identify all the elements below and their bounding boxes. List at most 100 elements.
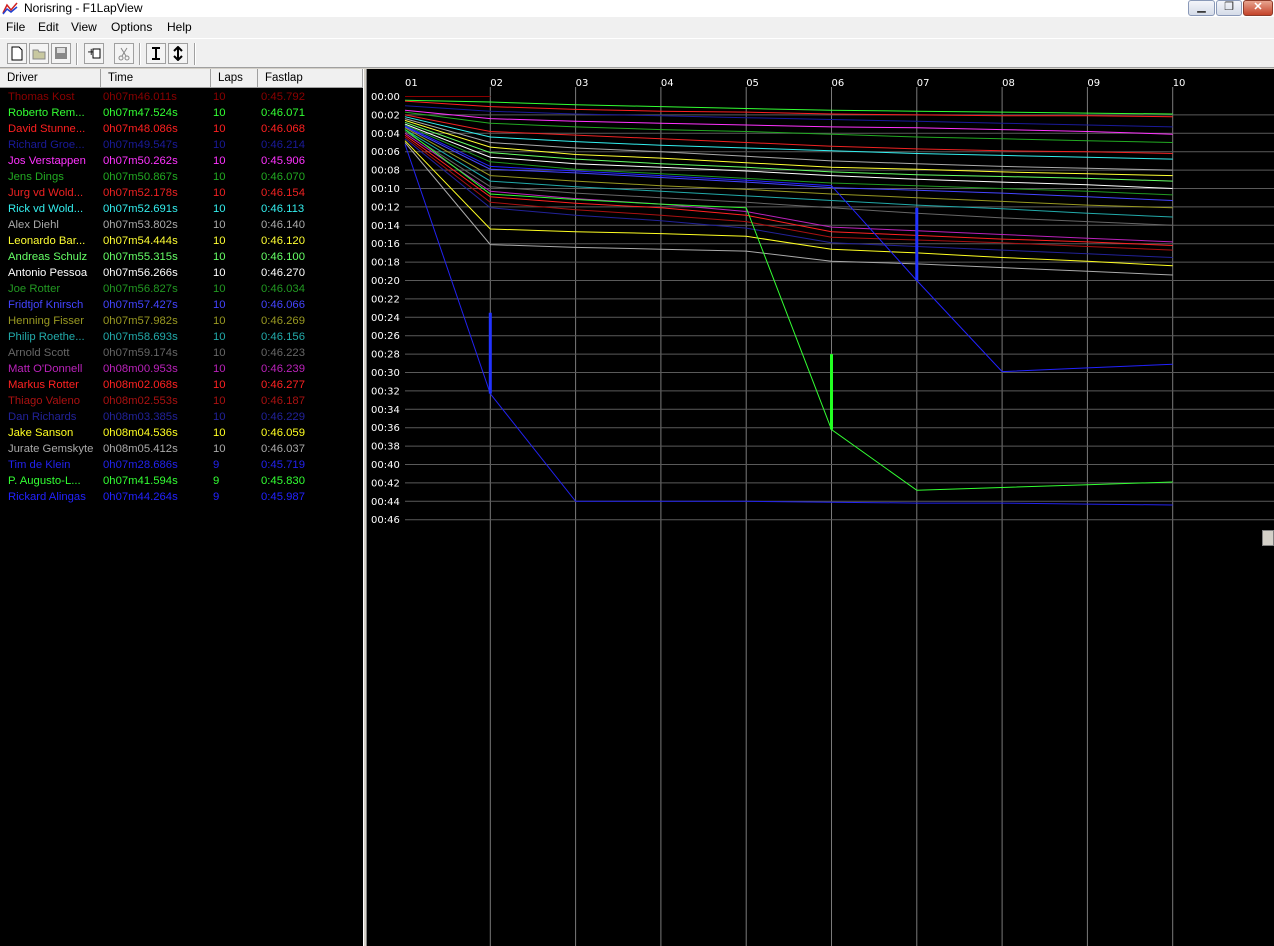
table-row[interactable]: Andreas Schulz 0h07m55.315s 10 0:46.100 (0, 249, 363, 265)
menu-file[interactable]: File (6, 20, 25, 34)
lap-chart-svg: 01 02 03 04 05 06 07 08 09 10 00:00 00:02 00:04 00:06… (371, 78, 1274, 946)
cut-button[interactable] (114, 43, 134, 64)
driver-name-cell: Thomas Kost (8, 91, 75, 103)
column-header-laps[interactable]: Laps (211, 69, 258, 88)
time-cell: 0h07m28.686s (103, 459, 178, 471)
driver-name-cell: Jurg vd Wold... (8, 187, 84, 199)
y-tick-label: 00:16 (371, 239, 400, 250)
table-row[interactable]: Antonio Pessoa 0h07m56.266s 10 0:46.270 (0, 265, 363, 281)
column-header-fastlap[interactable]: Fastlap (258, 69, 363, 88)
laps-cell: 10 (213, 347, 226, 359)
minimize-button[interactable]: ▁ (1188, 0, 1215, 16)
y-tick-label: 00:44 (371, 497, 400, 508)
vertical-resize-button[interactable] (168, 43, 188, 64)
table-row[interactable]: Joe Rotter 0h07m56.827s 10 0:46.034 (0, 281, 363, 297)
fastlap-cell: 0:46.187 (261, 395, 305, 407)
open-button[interactable] (29, 43, 49, 64)
toolbar: + (0, 38, 1274, 68)
app-logo-icon (2, 2, 18, 15)
menu-edit[interactable]: Edit (38, 20, 59, 34)
time-cell: 0h07m56.827s (103, 283, 178, 295)
fastlap-cell: 0:45.719 (261, 459, 305, 471)
y-tick-label: 00:32 (371, 386, 400, 397)
laps-cell: 10 (213, 251, 226, 263)
table-row[interactable]: Jake Sanson 0h08m04.536s 10 0:46.059 (0, 425, 363, 441)
text-cursor-button[interactable] (146, 43, 166, 64)
table-row[interactable]: Arnold Scott 0h07m59.174s 10 0:46.223 (0, 345, 363, 361)
driver-name-cell: Richard Groe... (8, 139, 85, 151)
table-row[interactable]: Alex Diehl 0h07m53.802s 10 0:46.140 (0, 217, 363, 233)
menu-view[interactable]: View (71, 20, 97, 34)
menu-help[interactable]: Help (167, 20, 192, 34)
toolbar-separator (76, 43, 78, 65)
x-tick-label: 09 (1087, 78, 1100, 89)
laps-cell: 10 (213, 155, 226, 167)
laps-cell: 10 (213, 203, 226, 215)
series-line (404, 114, 1173, 154)
table-row[interactable]: Thomas Kost 0h07m46.011s 10 0:45.792 (0, 89, 363, 105)
open-folder-icon (32, 49, 46, 60)
driver-name-cell: Fridtjof Knirsch (8, 299, 84, 311)
laps-cell: 10 (213, 363, 226, 375)
table-row[interactable]: Jens Dings 0h07m50.867s 10 0:46.070 (0, 169, 363, 185)
table-row[interactable]: Fridtjof Knirsch 0h07m57.427s 10 0:46.066 (0, 297, 363, 313)
table-row[interactable]: Henning Fisser 0h07m57.982s 10 0:46.269 (0, 313, 363, 329)
fastlap-cell: 0:46.269 (261, 315, 305, 327)
x-tick-label: 03 (576, 78, 589, 89)
driver-name-cell: Jens Dings (8, 171, 64, 183)
time-cell: 0h07m49.547s (103, 139, 178, 151)
table-row[interactable]: Richard Groe... 0h07m49.547s 10 0:46.214 (0, 137, 363, 153)
table-row[interactable]: Rickard Alingas 0h07m44.264s 9 0:45.987 (0, 489, 363, 505)
new-file-icon (11, 46, 23, 61)
table-row[interactable]: Philip Roethe... 0h07m58.693s 10 0:46.156 (0, 329, 363, 345)
menu-options[interactable]: Options (111, 20, 152, 34)
y-tick-label: 00:18 (371, 258, 400, 269)
x-tick-label: 02 (490, 78, 503, 89)
laps-cell: 10 (213, 139, 226, 151)
close-button[interactable]: ✕ (1243, 0, 1273, 16)
driver-name-cell: Antonio Pessoa (8, 267, 88, 279)
table-row[interactable]: Rick vd Wold... 0h07m52.691s 10 0:46.113 (0, 201, 363, 217)
x-tick-label: 10 (1173, 78, 1186, 89)
vertical-scrollbar-thumb[interactable] (1262, 530, 1274, 546)
import-button[interactable]: + (84, 43, 104, 64)
fastlap-cell: 0:46.156 (261, 331, 305, 343)
table-row[interactable]: Jurate Gemskyte 0h08m05.412s 10 0:46.037 (0, 441, 363, 457)
table-row[interactable]: Markus Rotter 0h08m02.068s 10 0:46.277 (0, 377, 363, 393)
driver-list: Driver Time Laps Fastlap Thomas Kost 0h07… (0, 69, 363, 946)
title-bar: Norisring - F1LapView ▁ ❐ ✕ (0, 0, 1274, 17)
table-row[interactable]: Dan Richards 0h08m03.385s 10 0:46.229 (0, 409, 363, 425)
fastlap-cell: 0:46.223 (261, 347, 305, 359)
time-cell: 0h07m47.524s (103, 107, 178, 119)
table-row[interactable]: Jurg vd Wold... 0h07m52.178s 10 0:46.154 (0, 185, 363, 201)
close-icon: ✕ (1253, 1, 1263, 13)
table-row[interactable]: Leonardo Bar... 0h07m54.444s 10 0:46.120 (0, 233, 363, 249)
driver-name-cell: Rick vd Wold... (8, 203, 84, 215)
driver-name-cell: Jurate Gemskyte (8, 443, 94, 455)
column-header-driver[interactable]: Driver (0, 69, 101, 88)
maximize-button[interactable]: ❐ (1216, 0, 1242, 16)
table-row[interactable]: Matt O'Donnell 0h08m00.953s 10 0:46.239 (0, 361, 363, 377)
laps-cell: 10 (213, 427, 226, 439)
window-title: Norisring - F1LapView (24, 1, 143, 15)
x-tick-label: 05 (746, 78, 759, 89)
table-row[interactable]: Thiago Valeno 0h08m02.553s 10 0:46.187 (0, 393, 363, 409)
table-row[interactable]: Tim de Klein 0h07m28.686s 9 0:45.719 (0, 457, 363, 473)
laps-cell: 10 (213, 395, 226, 407)
table-row[interactable]: David Stunne... 0h07m48.086s 10 0:46.068 (0, 121, 363, 137)
restore-icon: ❐ (1224, 1, 1234, 13)
y-tick-label: 00:02 (371, 110, 400, 121)
menu-bar: File Edit View Options Help (0, 17, 1274, 38)
table-row[interactable]: P. Augusto-L... 0h07m41.594s 9 0:45.830 (0, 473, 363, 489)
save-button[interactable] (51, 43, 71, 64)
driver-name-cell: Tim de Klein (8, 459, 71, 471)
driver-name-cell: Alex Diehl (8, 219, 59, 231)
table-row[interactable]: Roberto Rem... 0h07m47.524s 10 0:46.071 (0, 105, 363, 121)
y-tick-label: 00:36 (371, 423, 400, 434)
column-header-time[interactable]: Time (101, 69, 211, 88)
y-tick-label: 00:24 (371, 313, 400, 324)
x-tick-label: 07 (917, 78, 930, 89)
new-button[interactable] (7, 43, 27, 64)
time-cell: 0h07m44.264s (103, 491, 178, 503)
table-row[interactable]: Jos Verstappen 0h07m50.262s 10 0:45.906 (0, 153, 363, 169)
